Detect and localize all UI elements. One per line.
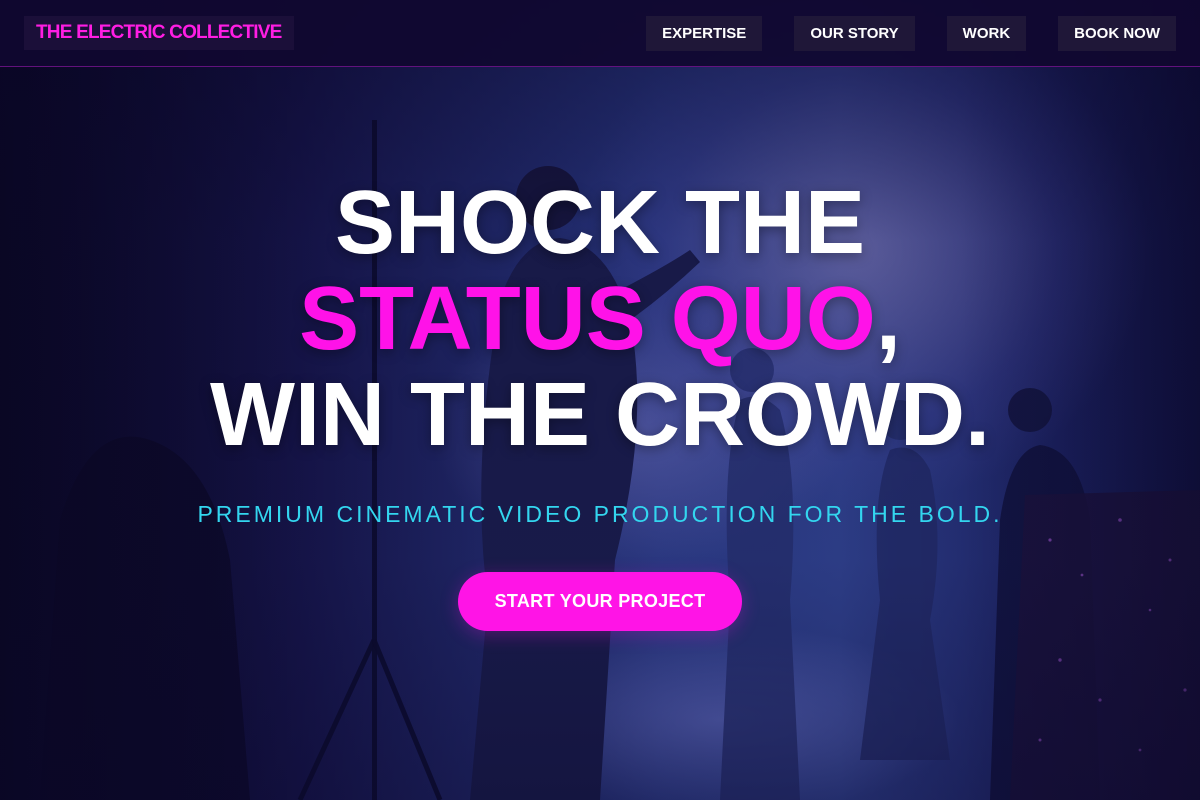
hero-subheadline: PREMIUM CINEMATIC VIDEO PRODUCTION FOR T… [197,501,1003,527]
hero-headline: SHOCK THE STATUS QUO, WIN THE CROWD. [0,175,1200,463]
nav-item-work[interactable]: WORK [946,16,1027,51]
start-project-button[interactable]: START YOUR PROJECT [458,572,742,631]
landing-page: THE ELECTRIC COLLECTIVE EXPERTISE OUR ST… [0,0,1200,800]
headline-line-2: STATUS QUO, [0,271,1200,367]
headline-accent: STATUS QUO [299,269,876,369]
headline-line-3: WIN THE CROWD. [210,365,990,465]
hero-section: SHOCK THE STATUS QUO, WIN THE CROWD. PRE… [0,175,1200,631]
headline-line-1: SHOCK THE [334,173,866,273]
main-nav: EXPERTISE OUR STORY WORK BOOK NOW [646,16,1176,51]
nav-item-book-now[interactable]: BOOK NOW [1058,16,1176,51]
brand-logo[interactable]: THE ELECTRIC COLLECTIVE [24,16,294,50]
site-header: THE ELECTRIC COLLECTIVE EXPERTISE OUR ST… [0,0,1200,67]
nav-item-our-story[interactable]: OUR STORY [794,16,915,51]
nav-item-expertise[interactable]: EXPERTISE [646,16,763,51]
headline-comma: , [875,269,901,369]
